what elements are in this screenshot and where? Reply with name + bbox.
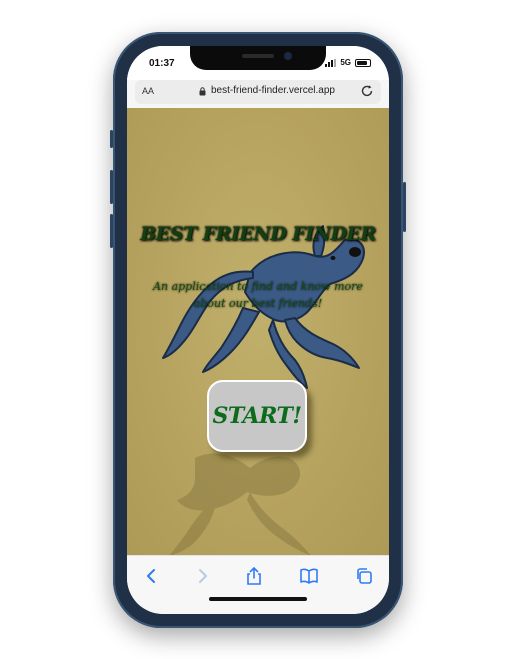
home-indicator[interactable] xyxy=(209,597,307,601)
dog-shadow-image xyxy=(169,453,311,555)
browser-toolbar xyxy=(127,555,389,614)
phone-screen: 01:37 5G AA best-friend-finder.vercel.ap… xyxy=(127,46,389,614)
notch xyxy=(190,46,326,70)
address-bar[interactable]: AA best-friend-finder.vercel.app xyxy=(135,80,381,104)
status-indicators: 5G xyxy=(325,58,371,67)
volume-down-button xyxy=(110,214,113,248)
bookmarks-icon[interactable] xyxy=(299,566,319,586)
web-page: BEST FRIEND FINDER An application to fin… xyxy=(127,108,389,555)
share-icon[interactable] xyxy=(244,566,264,586)
tabs-icon[interactable] xyxy=(354,566,374,586)
battery-icon xyxy=(355,58,371,67)
status-bar: 01:37 5G xyxy=(127,46,389,80)
phone-frame: 01:37 5G AA best-friend-finder.vercel.ap… xyxy=(110,32,406,628)
forward-icon[interactable] xyxy=(192,566,212,586)
signal-icon xyxy=(325,58,337,67)
reload-icon[interactable] xyxy=(360,84,374,98)
volume-up-button xyxy=(110,170,113,204)
page-title: BEST FRIEND FINDER xyxy=(140,223,376,245)
text-size-button[interactable]: AA xyxy=(142,86,154,96)
status-time: 01:37 xyxy=(149,58,175,69)
lock-icon xyxy=(199,87,206,96)
page-subtitle: An application to find and know more abo… xyxy=(153,280,363,310)
front-camera xyxy=(284,52,292,60)
speaker xyxy=(242,54,274,58)
network-type: 5G xyxy=(340,58,351,67)
url-text[interactable]: best-friend-finder.vercel.app xyxy=(211,85,335,96)
back-icon[interactable] xyxy=(142,566,162,586)
start-button[interactable]: START! xyxy=(207,380,307,452)
power-button xyxy=(403,182,406,232)
silent-switch xyxy=(110,130,113,148)
